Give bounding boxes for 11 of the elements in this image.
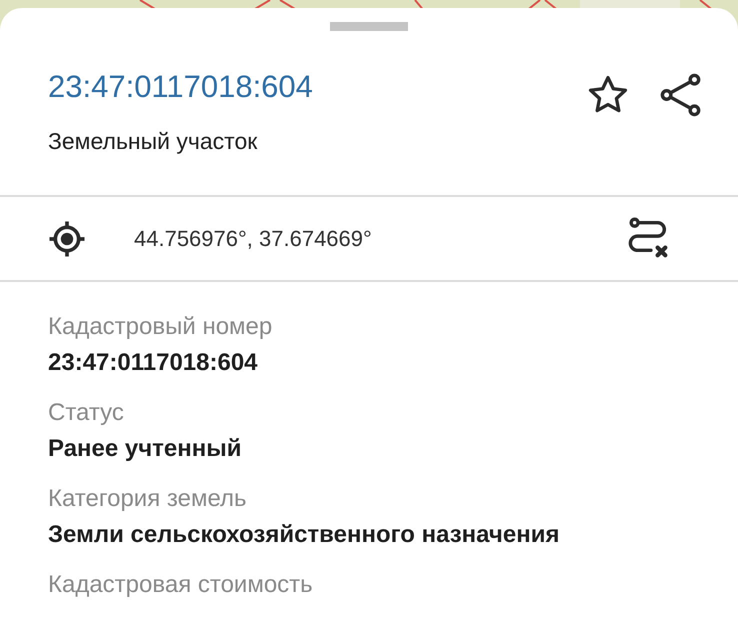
object-type: Земельный участок bbox=[48, 127, 258, 155]
coordinates-text: 44.756976°, 37.674669° bbox=[134, 225, 373, 253]
field-value: Земли сельскохозяйственного назначения bbox=[48, 520, 560, 550]
field-label: Кадастровый номер bbox=[48, 312, 274, 342]
field-value: 23:47:0117018:604 bbox=[48, 348, 259, 378]
field-value: Ранее учтенный bbox=[48, 434, 243, 464]
drag-handle[interactable] bbox=[330, 22, 408, 31]
field-label: Статус bbox=[48, 398, 125, 428]
field-label: Кадастровая стоимость bbox=[48, 570, 314, 600]
cadastral-title: 23:47:0117018:604 bbox=[48, 69, 313, 105]
field-label: Категория земель bbox=[48, 484, 248, 514]
